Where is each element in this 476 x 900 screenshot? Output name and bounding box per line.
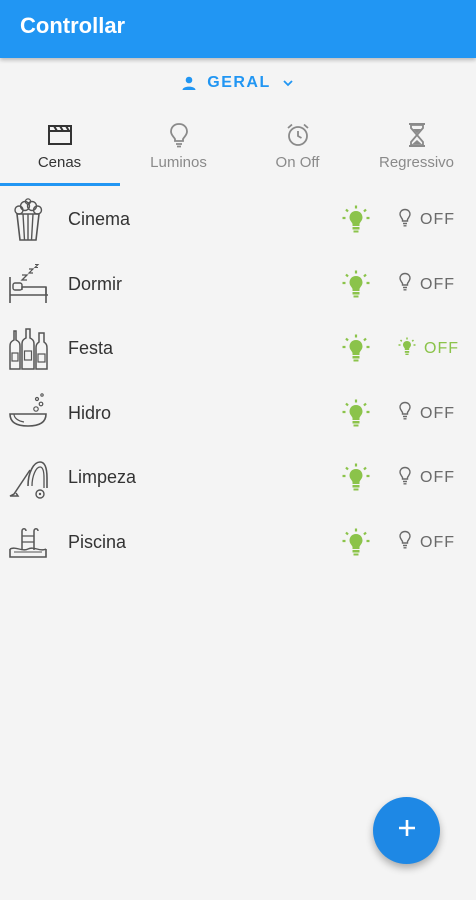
bulb-on-icon[interactable]: [340, 527, 372, 559]
alarm-clock-icon: [285, 122, 311, 148]
lightbulb-outline-icon: [398, 272, 412, 297]
bathtub-icon: [8, 392, 48, 436]
profile-label: GERAL: [207, 74, 271, 91]
tab-cenas[interactable]: Cenas: [0, 112, 119, 186]
bulb-on-icon[interactable]: [340, 204, 372, 236]
tab-bar: Cenas Luminos On Off Regressivo: [0, 112, 476, 186]
clapperboard-icon: [47, 122, 73, 148]
tab-luminos[interactable]: Luminos: [119, 112, 238, 186]
bulb-on-icon[interactable]: [340, 398, 372, 430]
off-label: OFF: [420, 275, 455, 293]
list-item[interactable]: Dormir OFF: [0, 253, 476, 318]
bulb-on-icon[interactable]: [340, 462, 372, 494]
plus-icon: [396, 817, 418, 844]
bed-sleep-icon: [8, 263, 48, 307]
tab-label: On Off: [275, 154, 320, 171]
off-button[interactable]: OFF: [398, 531, 455, 555]
off-label: OFF: [420, 211, 455, 228]
bulb-on-icon[interactable]: [340, 269, 372, 301]
list-item[interactable]: Limpeza OFF: [0, 446, 476, 511]
active-tab-indicator: [0, 183, 120, 186]
off-label: OFF: [420, 404, 455, 422]
chevron-down-icon: [281, 76, 295, 90]
pool-icon: [8, 521, 48, 565]
lightbulb-outline-icon: [398, 401, 412, 426]
person-icon: [181, 75, 197, 91]
add-scene-button[interactable]: [373, 797, 440, 864]
scene-name: Hidro: [68, 402, 112, 423]
scene-name: Cinema: [68, 209, 131, 229]
tab-regressivo[interactable]: Regressivo: [357, 112, 476, 186]
lightbulb-outline-icon: [398, 466, 412, 491]
scene-name: Festa: [68, 338, 114, 359]
bottles-icon: [8, 327, 48, 371]
tab-on-off[interactable]: On Off: [238, 112, 357, 186]
scene-name: Limpeza: [68, 467, 137, 488]
vacuum-cleaner-icon: [8, 456, 48, 500]
app-bar: Controllar: [0, 0, 476, 58]
list-item[interactable]: Piscina OFF: [0, 511, 476, 576]
popcorn-icon: [8, 198, 48, 242]
lightbulb-outline-icon: [398, 208, 412, 233]
off-button[interactable]: OFF: [398, 208, 455, 232]
list-item[interactable]: Festa OFF: [0, 317, 476, 382]
list-item[interactable]: Hidro OFF: [0, 382, 476, 447]
bulb-on-icon[interactable]: [340, 333, 372, 365]
scene-name: Piscina: [68, 531, 127, 552]
lightbulb-outline-icon: [398, 530, 412, 555]
off-button[interactable]: OFF: [398, 402, 455, 426]
off-label: OFF: [420, 533, 455, 551]
scene-name: Dormir: [68, 273, 122, 294]
tab-label: Luminos: [150, 154, 207, 171]
off-button[interactable]: OFF: [398, 272, 455, 297]
list-item[interactable]: Cinema OFF: [0, 188, 476, 253]
scene-list: Cinema OFF Dormir OFF Festa OFF Hidro OF…: [0, 188, 476, 576]
off-button[interactable]: OFF: [398, 466, 455, 490]
off-button[interactable]: OFF: [398, 337, 459, 361]
tab-label: Cenas: [37, 154, 82, 171]
app-title: Controllar: [20, 13, 126, 38]
hourglass-icon: [406, 122, 428, 148]
lightbulb-outline-icon: [168, 122, 190, 148]
tab-label: Regressivo: [378, 154, 455, 171]
off-label: OFF: [424, 340, 459, 358]
bulb-on-small-icon: [398, 337, 416, 362]
off-label: OFF: [420, 469, 455, 487]
profile-selector[interactable]: GERAL: [0, 58, 476, 108]
